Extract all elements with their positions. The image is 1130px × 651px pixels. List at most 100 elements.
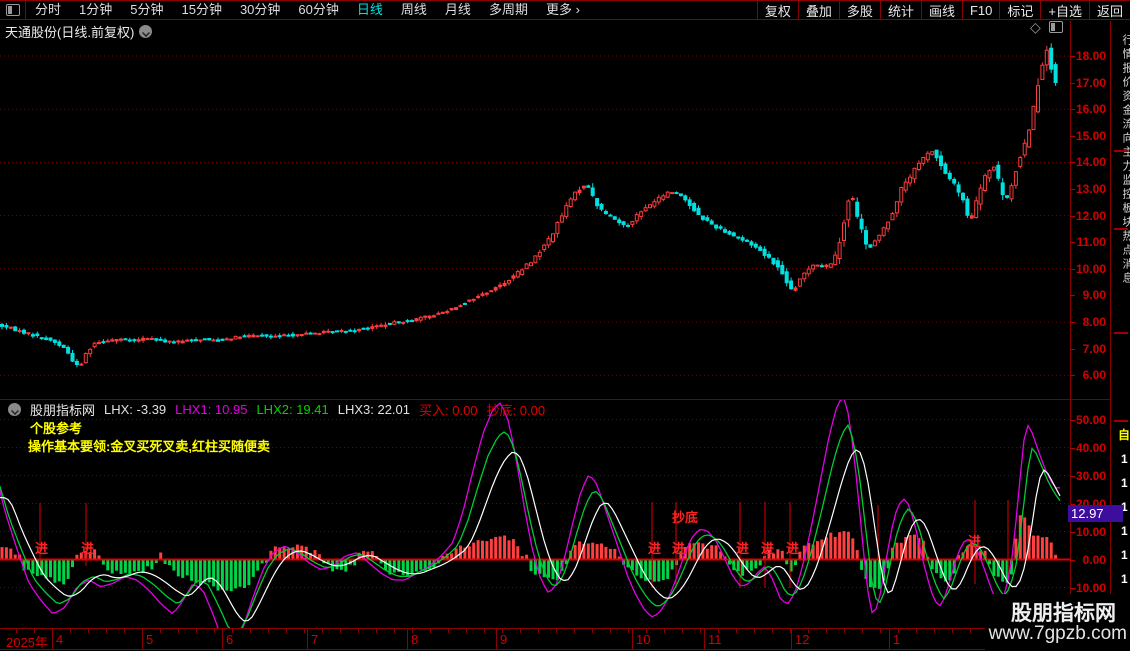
strip-tab-watchlist[interactable]: 自 [1118,426,1130,443]
date-label-4: 4 [56,632,64,647]
layout-toggle-button[interactable] [0,1,26,19]
svg-text:进: 进 [786,541,799,556]
top-toolbar: 分时 1分钟 5分钟 15分钟 30分钟 60分钟 日线 周线 月线 多周期 更多 › 复权 叠加 多股… [0,0,1130,20]
date-minor-tick [700,629,701,633]
price-tickmark [1070,295,1075,297]
price-tickmark [1070,375,1075,377]
price-tick-12.00: 12.00 [1075,208,1106,223]
date-minor-tick [736,629,737,633]
period-tab-更多 ›[interactable]: 更多 › [537,1,589,19]
period-tab-日线[interactable]: 日线 [348,1,392,19]
price-tick-8.00: 8.00 [1082,315,1106,329]
date-minor-tick [628,629,629,633]
date-minor-tick [88,629,89,633]
indicator-tick-10.00: 10.00 [1075,524,1106,539]
date-minor-tick [304,629,305,633]
toolbar-button-F10[interactable]: F10 [961,1,999,19]
date-minor-tick [916,629,917,633]
period-tab-1分钟[interactable]: 1分钟 [70,1,121,19]
indicator-tickmark [1070,475,1075,477]
indicator-tick-0.00: 0.00 [1082,552,1106,567]
svg-text:进: 进 [672,541,685,556]
toolbar-button-复权[interactable]: 复权 [756,1,798,19]
svg-text:进: 进 [736,541,749,556]
strip-divider [1114,420,1128,422]
date-minor-tick [952,629,953,633]
watermark-url: www.7gpzb.com [988,623,1127,644]
price-tickmark [1070,189,1075,190]
toolbar-button-返回[interactable]: 返回 [1088,1,1130,19]
toolbar-button-画线[interactable]: 画线 [920,1,962,19]
svg-text:抄底: 抄底 [672,510,698,525]
price-tickmark [1070,348,1075,350]
indicator-tick-50.00: 50.00 [1075,412,1106,427]
svg-text:进: 进 [81,541,94,556]
right-vertical-tabs[interactable]: 行情报价资金流向主力监控板块热点消息 [1119,34,1130,286]
period-tab-周线[interactable]: 周线 [392,1,436,19]
date-label-9: 9 [500,632,508,647]
strip-divider [1114,150,1128,152]
month-boundary [704,629,705,649]
svg-text:进: 进 [35,541,48,556]
date-minor-tick [826,629,827,633]
period-tab-60分钟[interactable]: 60分钟 [289,1,347,19]
indicator-tickmark [1070,531,1075,533]
indicator-note-1: 个股参考 [30,421,83,436]
indicator-collapse-icon[interactable] [8,403,21,416]
price-tickmark [1070,162,1075,164]
toolbar-button-+自选[interactable]: +自选 [1040,1,1089,19]
month-boundary [307,629,308,649]
date-minor-tick [610,629,611,633]
toolbar-button-统计[interactable]: 统计 [879,1,921,19]
date-axis[interactable]: 2025年 4 5 6 7 8 9 10 11 12 1 [0,628,1110,650]
indicator-tickmark [1070,419,1075,421]
period-tab-5分钟[interactable]: 5分钟 [121,1,172,19]
price-tick-10.00: 10.00 [1075,261,1106,276]
date-minor-tick [664,629,665,633]
indicator-tickmark [1070,559,1075,561]
date-minor-tick [340,629,341,633]
period-tab-30分钟[interactable]: 30分钟 [231,1,289,19]
date-minor-tick [520,629,521,633]
title-bar: 天通股份(日线.前复权) [0,21,153,41]
price-tickmark [1070,82,1075,84]
panel-toggle-icon[interactable] [1048,21,1063,33]
date-minor-tick [772,629,773,633]
price-tickmark [1070,322,1075,323]
strip-price-digit: 1 [1121,452,1128,466]
price-tick-6.00: 6.00 [1082,368,1106,383]
toolbar-button-多股[interactable]: 多股 [838,1,880,19]
date-minor-tick [106,629,107,633]
period-tab-月线[interactable]: 月线 [436,1,480,19]
strip-divider [1114,228,1128,230]
date-minor-tick [466,629,467,633]
date-minor-tick [934,629,935,633]
period-tab-15分钟[interactable]: 15分钟 [172,1,230,19]
toolbar-button-叠加[interactable]: 叠加 [797,1,839,19]
right-sidebar-strip[interactable]: 行情报价资金流向主力监控板块热点消息自1111111 [1112,22,1130,628]
date-minor-tick [880,629,881,633]
split-panel-icon [5,4,20,16]
period-tab-分时[interactable]: 分时 [26,1,70,19]
date-minor-tick [862,629,863,633]
indicator-chart[interactable]: 进进进进进进进进抄底 [0,400,1070,628]
period-tabs: 分时 1分钟 5分钟 15分钟 30分钟 60分钟 日线 周线 月线 多周期 更多 › [26,1,589,19]
diamond-marker-icon[interactable]: ◇ [1030,20,1041,34]
toolbar-button-标记[interactable]: 标记 [999,1,1040,19]
price-tickmark [1070,215,1075,217]
date-minor-tick [160,629,161,633]
svg-text:进: 进 [648,541,661,556]
date-minor-tick [376,629,377,633]
indicator-field-抄底: 抄底: 0.00 [486,403,546,418]
candlestick-chart[interactable] [0,42,1070,399]
period-tab-多周期[interactable]: 多周期 [480,1,537,19]
date-minor-tick [178,629,179,633]
date-label-2025年: 2025年 [6,635,48,650]
title-dropdown-icon[interactable] [139,24,153,38]
date-minor-tick [592,629,593,633]
price-tick-18.00: 18.00 [1075,49,1106,63]
axis-frame-line [1070,21,1071,649]
price-tickmark [1070,135,1075,137]
date-label-11: 11 [708,632,722,647]
date-minor-tick [970,629,971,633]
